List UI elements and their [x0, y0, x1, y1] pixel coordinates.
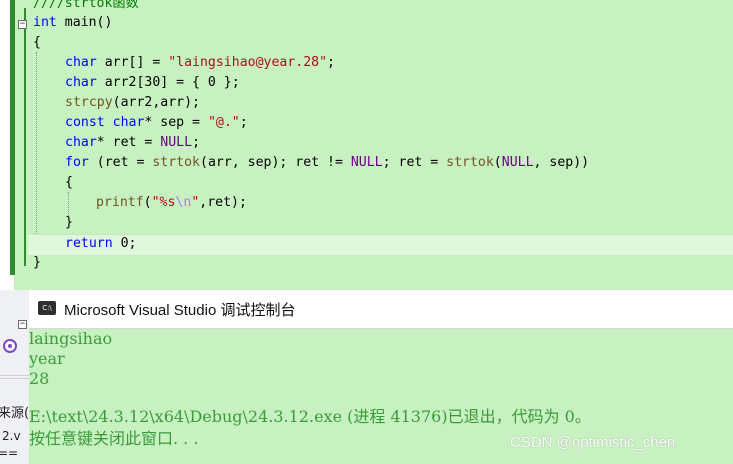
code-line-brace-open[interactable]: { [33, 33, 41, 53]
console-title: Microsoft Visual Studio 调试控制台 [64, 302, 296, 319]
divider [0, 375, 29, 376]
divider [0, 378, 29, 379]
code-line-comment[interactable]: ////strtok函数 [33, 0, 139, 14]
code-line-sep-decl[interactable]: const char* sep = "@."; [65, 113, 248, 133]
console-app-icon: C:\ [38, 301, 56, 315]
fold-toggle-icon[interactable]: − [18, 320, 27, 329]
code-line-return[interactable]: return 0; [65, 234, 136, 254]
code-editor[interactable]: − ////strtok函数 int main() { char arr[] =… [0, 0, 733, 290]
panel-item-output[interactable]: == [0, 446, 18, 460]
code-line-printf[interactable]: printf("%s\n",ret); [96, 193, 247, 213]
keyword-int: int [33, 15, 57, 30]
console-output-line: 28 [29, 369, 50, 388]
change-indicator-bar-inner [24, 8, 26, 266]
panel-item-file[interactable]: 2.v [2, 429, 21, 443]
code-line-loop-brace-close[interactable]: } [65, 213, 73, 233]
code-line-arr-decl[interactable]: char arr[] = "laingsihao@year.28"; [65, 53, 335, 73]
panel-item-source[interactable]: 来源( [0, 402, 29, 421]
code-line-arr2-decl[interactable]: char arr2[30] = { 0 }; [65, 73, 240, 93]
code-line-main[interactable]: int main() [33, 13, 112, 33]
code-line-for-loop[interactable]: for (ret = strtok(arr, sep); ret != NULL… [65, 153, 589, 173]
code-line-ret-decl[interactable]: char* ret = NULL; [65, 133, 200, 153]
console-output-line: laingsihao [29, 329, 113, 348]
watermark: CSDN @optimistic_chen [510, 434, 676, 451]
code-line-brace-close[interactable]: } [33, 253, 41, 273]
code-line-loop-brace-open[interactable]: { [65, 173, 73, 193]
code-line-strcpy[interactable]: strcpy(arr2,arr); [65, 93, 200, 113]
indent-guide [36, 52, 37, 256]
console-press-key-message: 按任意键关闭此窗口. . . [29, 429, 199, 448]
console-output-line: year [29, 349, 65, 368]
change-indicator-bar [10, 0, 15, 275]
extension-icon[interactable] [2, 338, 18, 354]
fold-toggle-icon[interactable]: − [18, 20, 27, 29]
console-titlebar[interactable]: C:\ Microsoft Visual Studio 调试控制台 [29, 290, 733, 329]
ide-side-panel: − 来源( 2.v == [0, 290, 31, 464]
console-exit-message: E:\text\24.3.12\x64\Debug\24.3.12.exe (进… [29, 407, 591, 426]
